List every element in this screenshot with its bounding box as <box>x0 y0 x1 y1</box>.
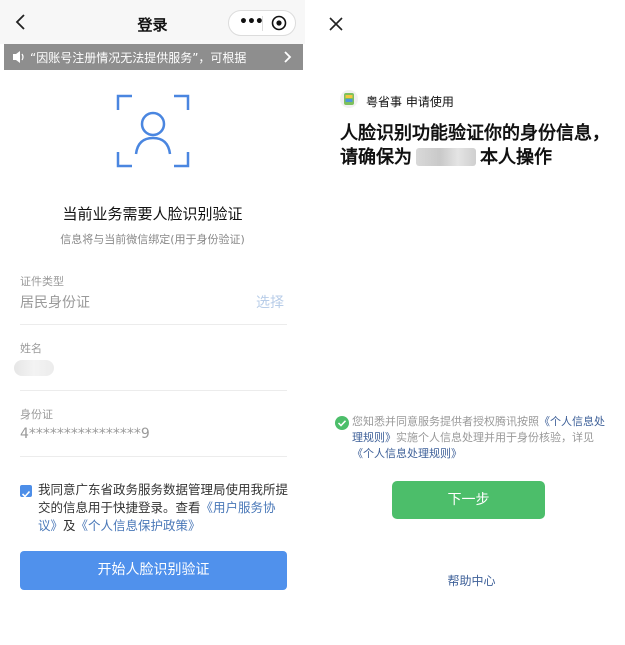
divider <box>20 390 287 391</box>
checkmark-icon <box>21 490 31 498</box>
more-icon[interactable]: ••• <box>239 14 264 30</box>
close-icon[interactable] <box>328 16 344 32</box>
redacted-name <box>416 148 476 166</box>
face-scan-icon <box>116 94 190 168</box>
app-logo <box>340 90 358 108</box>
app-name: 粤省事 申请使用 <box>366 95 454 109</box>
start-face-verify-button[interactable]: 开始人脸识别验证 <box>20 551 287 590</box>
name-label: 姓名 <box>20 342 42 355</box>
auth-title-part2: 本人操作 <box>480 147 552 168</box>
choose-id-type-button[interactable]: 选择 <box>256 292 284 312</box>
login-screen: 登录 ••• “因账号注册情况无法提供服务”，可根据 当前业务需要人脸识别验证 … <box>0 0 305 645</box>
processing-rules-link-2[interactable]: 《个人信息处理规则》 <box>352 447 462 460</box>
face-auth-screen: 粤省事 申请使用 人脸识别功能验证你的身份信息，请确保为 本人操作 您知悉并同意服… <box>318 0 625 645</box>
face-verify-title: 当前业务需要人脸识别验证 <box>62 205 243 223</box>
divider <box>20 324 287 325</box>
chevron-right-icon[interactable] <box>283 50 293 64</box>
id-type-label: 证件类型 <box>20 275 64 288</box>
target-icon[interactable] <box>271 15 287 31</box>
mini-program-capsule: ••• <box>228 10 296 36</box>
check-circle-icon[interactable] <box>335 416 349 430</box>
divider <box>20 456 287 457</box>
notice-bar[interactable]: “因账号注册情况无法提供服务”，可根据 <box>4 44 303 70</box>
face-verify-subtitle: 信息将与当前微信绑定(用于身份验证) <box>60 233 245 246</box>
checkbox-icon[interactable] <box>20 485 32 498</box>
consent-text: 您知悉并同意服务提供者授权腾讯按照《个人信息处理规则》 实施个人信息处理并用于身份… <box>352 414 612 462</box>
privacy-policy-link[interactable]: 《个人信息保护政策》 <box>76 518 201 533</box>
id-number-label: 身份证 <box>20 408 53 421</box>
next-button[interactable]: 下一步 <box>392 481 545 519</box>
id-number-value[interactable]: 4****************9 <box>20 426 150 442</box>
name-value-redacted[interactable] <box>14 360 54 376</box>
help-center-link[interactable]: 帮助中心 <box>318 572 625 589</box>
speaker-icon <box>13 51 24 63</box>
id-type-value[interactable]: 居民身份证 <box>20 292 90 312</box>
consent-middle: 实施个人信息处理并用于身份核验，详见 <box>396 431 594 444</box>
agreement-text: 我同意广东省政务服务数据管理局使用我所提交的信息用于快捷登录。查看《用户服务协议… <box>38 481 288 535</box>
notice-text: “因账号注册情况无法提供服务”，可根据 <box>30 51 247 65</box>
capsule-divider <box>262 16 263 31</box>
app-logo-graphic <box>344 93 354 105</box>
nav-bar: 登录 ••• <box>0 0 305 44</box>
auth-title: 人脸识别功能验证你的身份信息，请确保为 本人操作 <box>340 122 610 170</box>
agreement-and: 及 <box>63 518 76 533</box>
consent-body: 您知悉并同意服务提供者授权腾讯按照 <box>352 415 539 428</box>
